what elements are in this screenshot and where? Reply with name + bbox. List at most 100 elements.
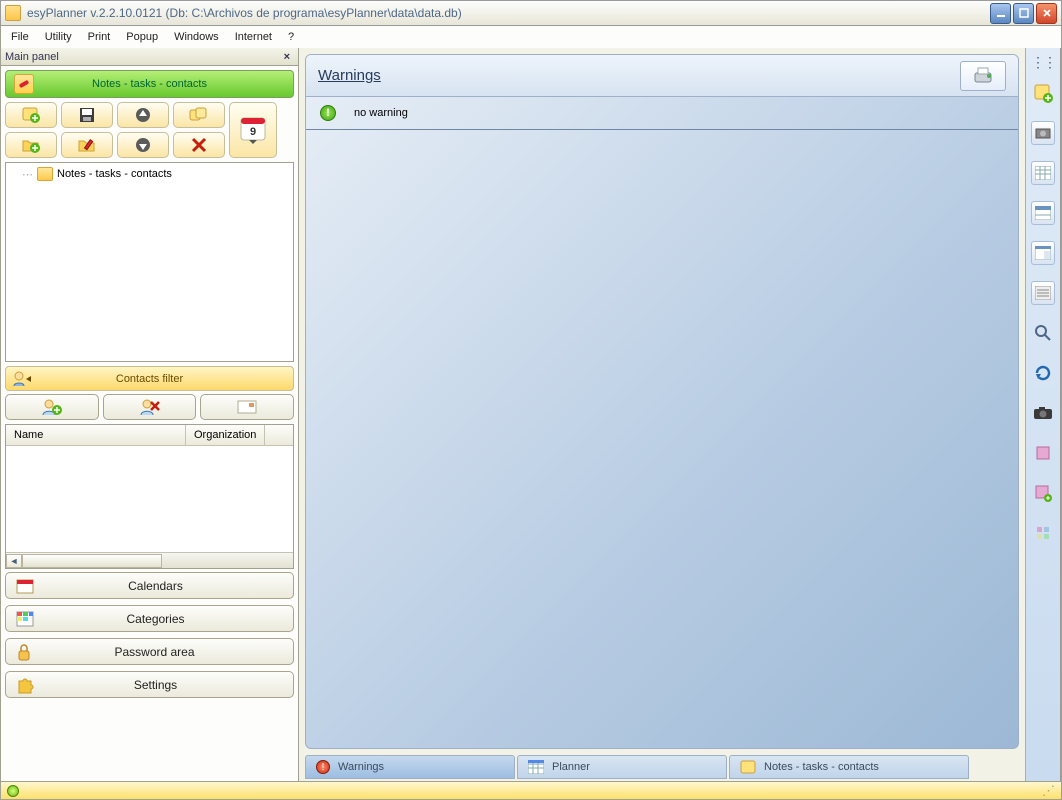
add-contact-button[interactable] [5,394,99,420]
sidebar-refresh-icon[interactable] [1031,361,1055,385]
save-note-button[interactable] [61,102,113,128]
minimize-button[interactable] [990,3,1011,24]
menu-internet[interactable]: Internet [229,29,278,45]
contact-card-button[interactable] [200,394,294,420]
sidebar-day-icon[interactable] [1031,241,1055,265]
pin-icon [14,74,34,94]
notes-section-header[interactable]: Notes - tasks - contacts [5,70,294,98]
maximize-button[interactable] [1013,3,1034,24]
close-button[interactable] [1036,3,1057,24]
svg-text:9: 9 [250,126,256,138]
puzzle-icon [16,676,34,694]
print-button[interactable] [960,61,1006,91]
duplicate-note-button[interactable] [173,102,225,128]
nav-password[interactable]: Password area [5,638,294,665]
note-icon [740,760,756,774]
menu-help[interactable]: ? [282,29,300,45]
nav-settings-label: Settings [54,678,293,692]
status-led-icon [7,785,19,797]
sidebar-tags-icon[interactable] [1031,521,1055,545]
move-note-down-button[interactable] [117,132,169,158]
center-area: Warnings ! no warning ! Warnings Planner [299,48,1025,781]
no-warning-text: no warning [354,107,408,119]
sidebar-week-icon[interactable] [1031,201,1055,225]
warnings-title: Warnings [318,67,381,84]
nav-calendars-label: Calendars [54,579,293,593]
sidebar-new-note-icon[interactable] [1031,81,1055,105]
menu-utility[interactable]: Utility [39,29,78,45]
calendar-icon [16,578,34,594]
tab-notes[interactable]: Notes - tasks - contacts [729,755,969,779]
notes-section-label: Notes - tasks - contacts [92,78,207,90]
contacts-icon [12,370,32,388]
sidebar-grip-icon[interactable]: ⋮⋮ [1031,54,1055,71]
folder-icon [37,167,53,181]
nav-categories-label: Categories [54,612,293,626]
contacts-grid[interactable]: Name Organization ◄ [5,424,294,569]
tab-planner[interactable]: Planner [517,755,727,779]
sidebar-search-icon[interactable] [1031,321,1055,345]
contacts-filter-header[interactable]: Contacts filter [5,366,294,391]
nav-calendars[interactable]: Calendars [5,572,294,599]
categories-icon [16,611,34,627]
main-panel-close[interactable]: × [280,51,294,63]
menu-print[interactable]: Print [82,29,117,45]
contacts-grid-body[interactable] [6,446,293,552]
nav-settings[interactable]: Settings [5,671,294,698]
scroll-left-icon[interactable]: ◄ [6,554,22,568]
lock-icon [16,643,32,661]
workspace: Main panel × Notes - tasks - contacts [0,48,1062,782]
window-title: esyPlanner v.2.2.10.0121 (Db: C:\Archivo… [27,6,988,20]
main-panel: Main panel × Notes - tasks - contacts [1,48,299,781]
sidebar-bookmark-icon[interactable] [1031,441,1055,465]
planner-icon [528,760,544,774]
nav-categories[interactable]: Categories [5,605,294,632]
sidebar-month-icon[interactable] [1031,161,1055,185]
warning-row: ! no warning [306,97,1018,130]
tree-root-label: Notes - tasks - contacts [57,168,172,180]
calendar-date-button[interactable]: 9 [229,102,277,158]
title-bar: esyPlanner v.2.2.10.0121 (Db: C:\Archivo… [0,0,1062,26]
nav-password-label: Password area [52,645,293,659]
tab-notes-label: Notes - tasks - contacts [764,761,879,773]
status-bar: ⋰ [0,782,1062,800]
sidebar-camera-icon[interactable] [1031,121,1055,145]
delete-contact-button[interactable] [103,394,197,420]
main-panel-header: Main panel × [1,48,298,66]
warning-icon: ! [316,760,330,774]
tab-warnings[interactable]: ! Warnings [305,755,515,779]
resize-grip-icon[interactable]: ⋰ [1042,783,1055,799]
bottom-tabs: ! Warnings Planner Notes - tasks - conta… [305,755,1019,779]
delete-note-button[interactable] [173,132,225,158]
menu-windows[interactable]: Windows [168,29,225,45]
notes-tree[interactable]: ⋯ Notes - tasks - contacts [5,162,294,362]
printer-icon [971,66,995,86]
tab-planner-label: Planner [552,761,590,773]
warnings-header: Warnings [306,55,1018,97]
col-name[interactable]: Name [6,425,186,445]
contacts-grid-header: Name Organization [6,425,293,446]
tree-connector-icon: ⋯ [22,168,31,181]
tree-root-item[interactable]: ⋯ Notes - tasks - contacts [6,163,293,185]
add-note-button[interactable] [5,102,57,128]
menu-popup[interactable]: Popup [120,29,164,45]
add-folder-button[interactable] [5,132,57,158]
warnings-panel: Warnings ! no warning [305,54,1019,749]
sidebar-list-icon[interactable] [1031,281,1055,305]
col-organization[interactable]: Organization [186,425,265,445]
contacts-filter-label: Contacts filter [116,373,183,385]
ok-status-icon: ! [320,105,336,121]
sidebar-snapshot-icon[interactable] [1031,401,1055,425]
move-note-up-button[interactable] [117,102,169,128]
sidebar-bookmark-add-icon[interactable] [1031,481,1055,505]
main-panel-title: Main panel [5,51,59,63]
notes-toolbar: 9 [1,102,298,162]
menu-file[interactable]: File [5,29,35,45]
contacts-toolbar [1,394,298,424]
contacts-h-scrollbar[interactable]: ◄ [6,552,293,568]
tab-warnings-label: Warnings [338,761,384,773]
right-sidebar: ⋮⋮ [1025,48,1061,781]
edit-folder-button[interactable] [61,132,113,158]
app-icon [5,5,21,21]
scroll-thumb[interactable] [22,554,162,568]
